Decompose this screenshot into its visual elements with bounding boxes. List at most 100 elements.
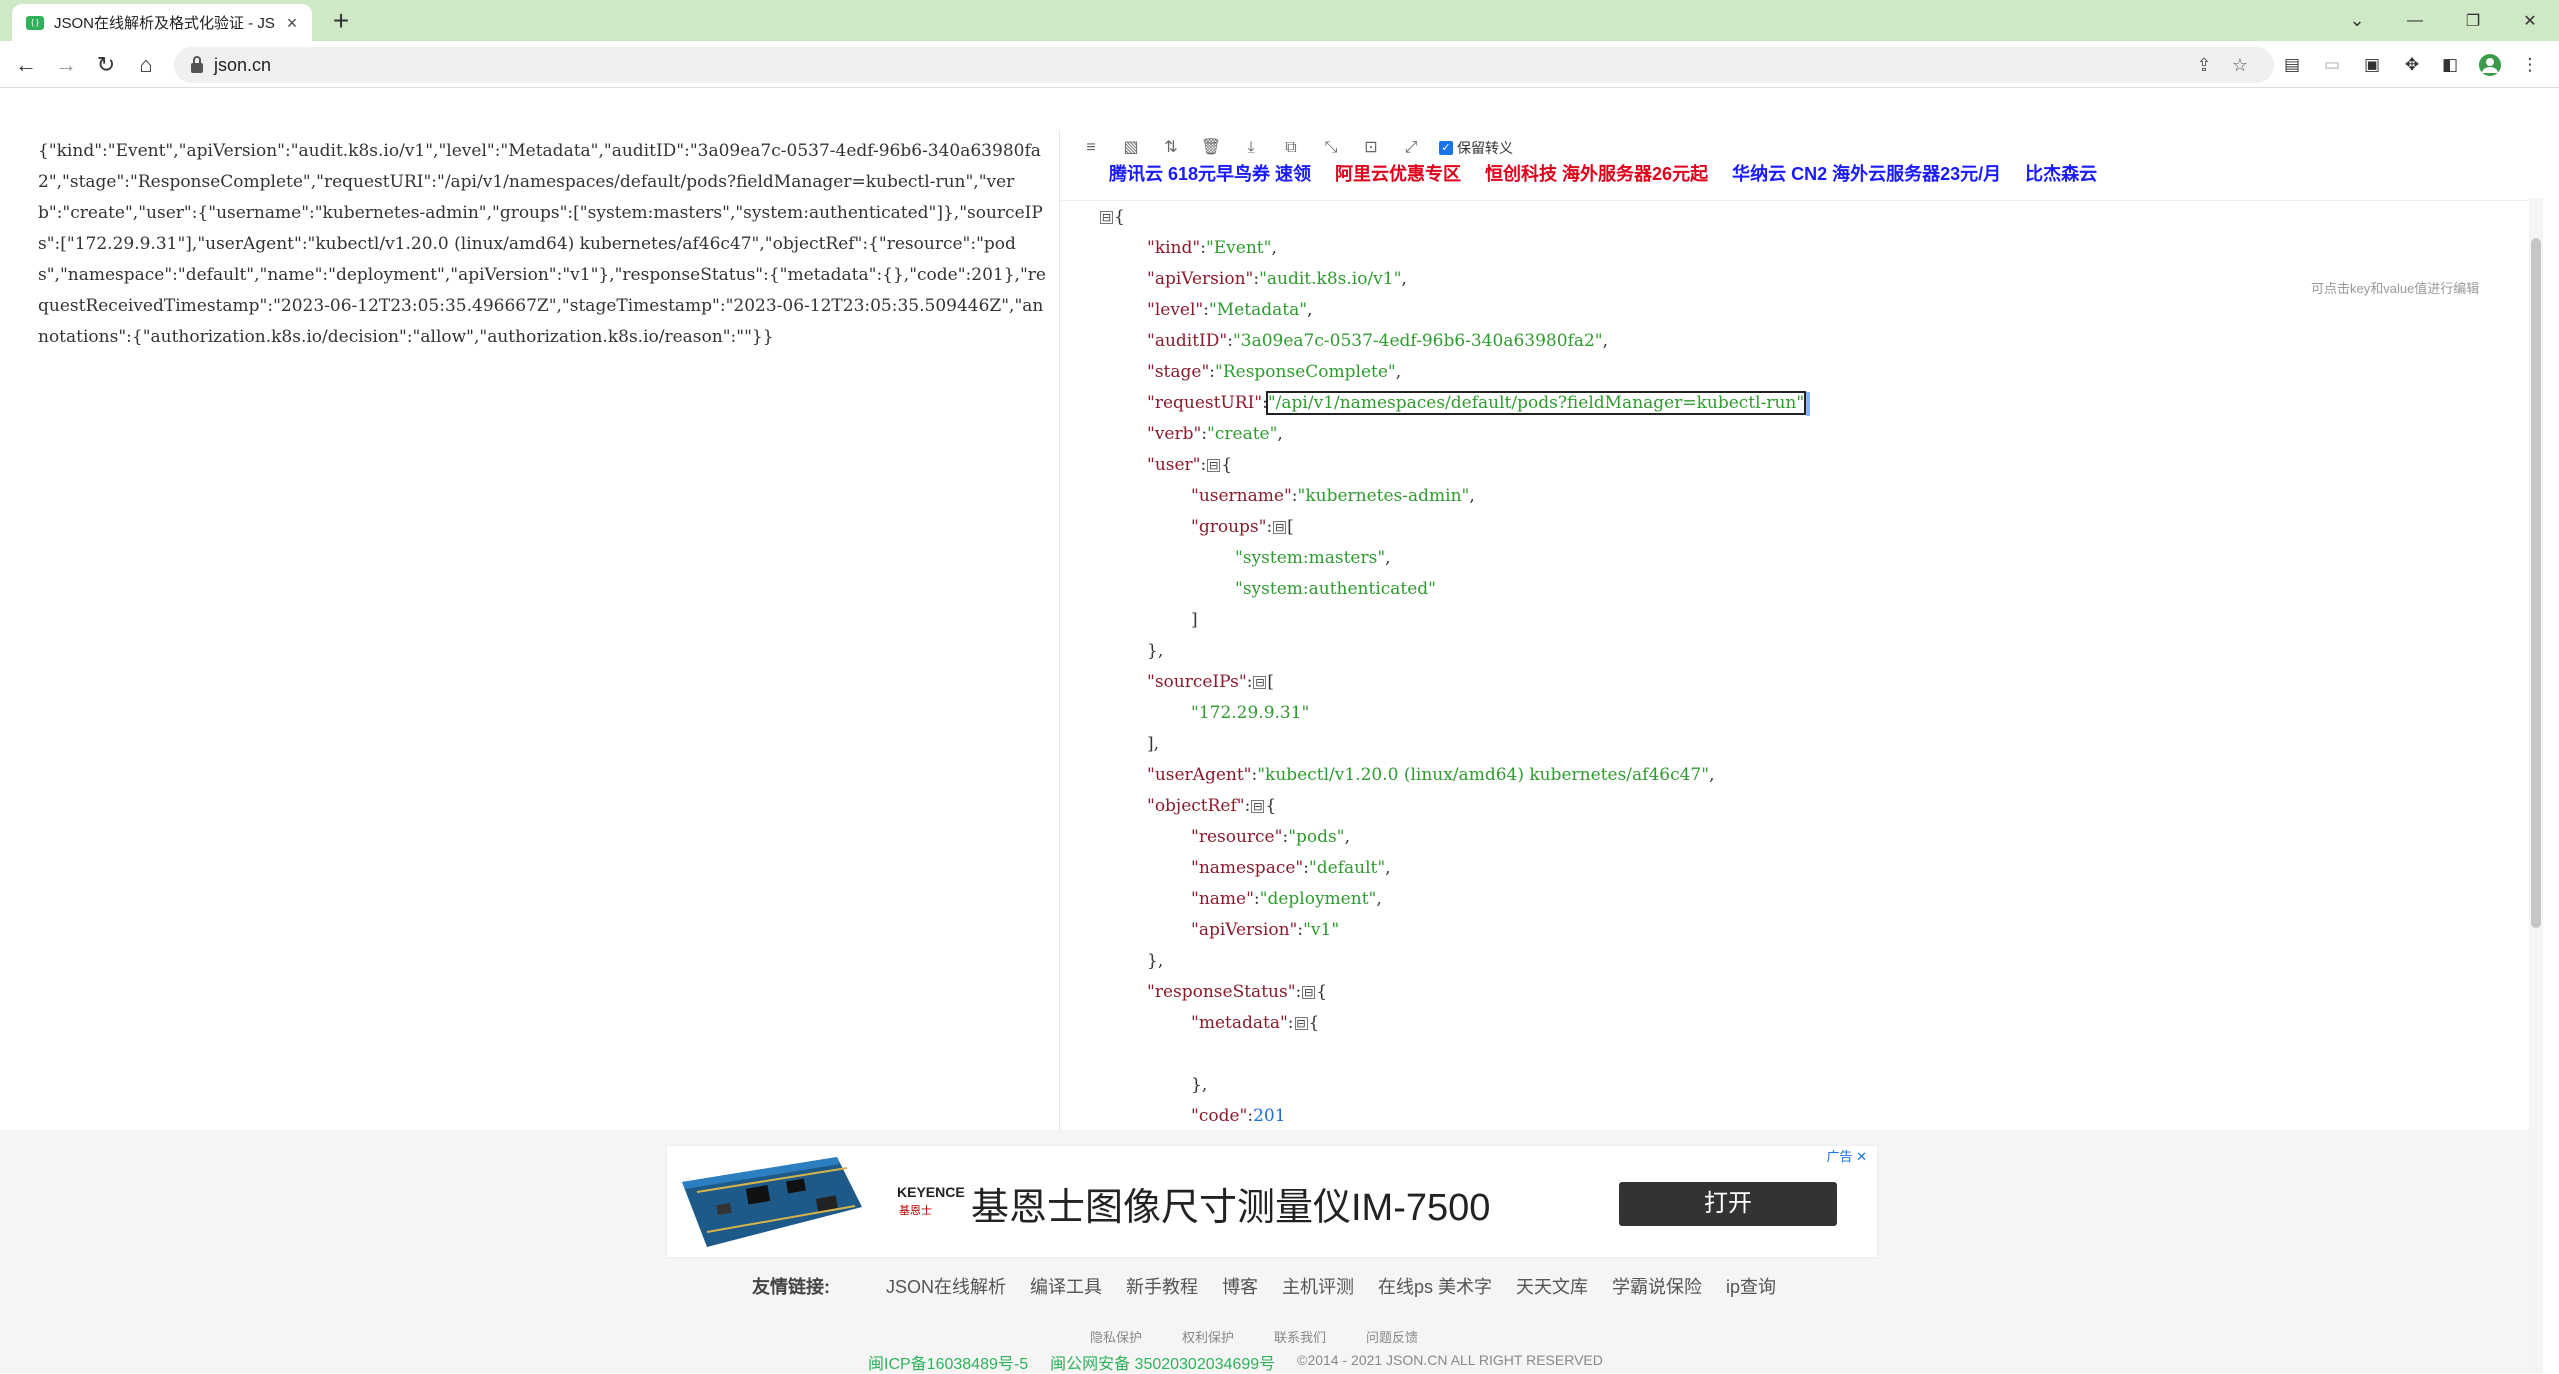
extensions-puzzle-icon[interactable]: ✥ — [2398, 51, 2426, 79]
sort-icon[interactable]: ⇅ — [1159, 136, 1183, 160]
back-arrow-icon[interactable]: ← — [10, 49, 42, 81]
json-string-value[interactable]: "kubernetes-admin" — [1298, 486, 1470, 506]
collapse-toggle-icon[interactable]: ⊟ — [1207, 459, 1221, 472]
forward-arrow-icon[interactable]: → — [50, 49, 82, 81]
minimize-window-button[interactable]: — — [2386, 0, 2444, 41]
json-string-value[interactable]: "create" — [1207, 424, 1277, 444]
address-bar[interactable]: json.cn ⇪ ☆ — [174, 47, 2274, 83]
extension-app-icon[interactable]: ▣ — [2358, 51, 2386, 79]
json-string-value[interactable]: "audit.k8s.io/v1" — [1259, 269, 1401, 289]
json-string-value[interactable]: "deployment" — [1260, 889, 1377, 909]
sponsor-link[interactable]: 恒创科技 海外服务器26元起 — [1485, 160, 1708, 186]
json-key[interactable]: "stage" — [1147, 362, 1209, 382]
fullscreen-icon[interactable]: ⤢ — [1399, 136, 1423, 160]
bookmark-star-icon[interactable]: ☆ — [2226, 51, 2254, 79]
footer-link[interactable]: 问题反馈 — [1366, 1327, 1418, 1346]
reading-list-icon[interactable]: ▤ — [2278, 51, 2306, 79]
collapse-toggle-icon[interactable]: ⊟ — [1251, 800, 1265, 813]
json-string-value[interactable]: "default" — [1309, 858, 1385, 878]
json-key[interactable]: "namespace" — [1191, 858, 1303, 878]
page-scrollbar[interactable] — [2529, 198, 2543, 1373]
json-string-value[interactable]: "system:authenticated" — [1235, 579, 1436, 599]
scrollbar-thumb[interactable] — [2531, 238, 2541, 928]
export-excel-icon[interactable]: ▧ — [1119, 136, 1143, 160]
json-key[interactable]: "auditID" — [1147, 331, 1227, 351]
json-key[interactable]: "requestURI" — [1147, 393, 1262, 413]
share-icon[interactable]: ⇪ — [2190, 51, 2218, 79]
json-string-value[interactable]: "Event" — [1206, 238, 1272, 258]
raw-json-editor[interactable]: {"kind":"Event","apiVersion":"audit.k8s.… — [0, 130, 1060, 1130]
compress-icon[interactable]: ⤡ — [1319, 136, 1343, 160]
json-key[interactable]: "level" — [1147, 300, 1203, 320]
json-string-value[interactable]: "kubectl/v1.20.0 (linux/amd64) kubernete… — [1257, 765, 1709, 785]
raw-json-text[interactable]: {"kind":"Event","apiVersion":"audit.k8s.… — [38, 136, 1048, 353]
json-key[interactable]: "responseStatus" — [1147, 982, 1296, 1002]
collapse-toggle-icon[interactable]: ⊟ — [1253, 676, 1267, 689]
json-value-selected[interactable]: "/api/v1/namespaces/default/pods?fieldMa… — [1265, 391, 1807, 415]
database-icon[interactable]: ≡ — [1079, 136, 1103, 160]
tab-search-chevron-down-icon[interactable]: ⌄ — [2328, 0, 2386, 41]
json-key[interactable]: "name" — [1191, 889, 1254, 909]
keep-escape-checkbox[interactable]: ✓ 保留转义 — [1439, 138, 1513, 158]
json-string-value[interactable]: "ResponseComplete" — [1215, 362, 1396, 382]
icp-link[interactable]: 闽ICP备16038489号-5 — [868, 1350, 1028, 1374]
banner-ad[interactable]: KEYENCE 基恩士 基恩士图像尺寸测量仪IM-7500 打开 广告 ✕ — [666, 1145, 1878, 1258]
json-key[interactable]: "groups" — [1191, 517, 1266, 537]
json-key[interactable]: "verb" — [1147, 424, 1201, 444]
json-string-value[interactable]: "system:masters" — [1235, 548, 1385, 568]
friend-link[interactable]: 编译工具 — [1030, 1273, 1102, 1299]
restore-window-button[interactable]: ❐ — [2444, 0, 2502, 41]
collapse-toggle-icon[interactable]: ⊟ — [1100, 211, 1113, 224]
json-string-value[interactable]: "v1" — [1303, 920, 1339, 940]
json-key[interactable]: "apiVersion" — [1191, 920, 1297, 940]
checkbox-checked-icon[interactable]: ✓ — [1439, 141, 1453, 155]
json-key[interactable]: "apiVersion" — [1147, 269, 1253, 289]
json-key[interactable]: "kind" — [1147, 238, 1200, 258]
ad-open-button[interactable]: 打开 — [1619, 1182, 1837, 1226]
side-panel-icon[interactable]: ◧ — [2436, 51, 2464, 79]
friend-link[interactable]: 天天文库 — [1516, 1273, 1588, 1299]
json-string-value[interactable]: "Metadata" — [1209, 300, 1307, 320]
new-tab-button[interactable]: + — [326, 6, 356, 36]
collapse-icon[interactable]: ⊡ — [1359, 136, 1383, 160]
sponsor-link[interactable]: 腾讯云 618元早鸟券 速领 — [1109, 160, 1311, 186]
collapse-toggle-icon[interactable]: ⊟ — [1294, 1017, 1308, 1030]
profile-avatar-icon[interactable] — [2476, 51, 2504, 79]
browser-menu-icon[interactable]: ⋮ — [2516, 51, 2544, 79]
home-icon[interactable]: ⌂ — [130, 49, 162, 81]
collapse-toggle-icon[interactable]: ⊟ — [1302, 986, 1316, 999]
json-key[interactable]: "username" — [1191, 486, 1292, 506]
json-key[interactable]: "objectRef" — [1147, 796, 1245, 816]
close-tab-icon[interactable]: × — [282, 13, 302, 33]
extension-disabled-icon[interactable]: ▭ — [2318, 51, 2346, 79]
json-string-value[interactable]: "pods" — [1288, 827, 1344, 847]
police-link[interactable]: 闽公网安备 35020302034699号 — [1050, 1350, 1275, 1374]
sponsor-link[interactable]: 阿里云优惠专区 — [1335, 160, 1461, 186]
download-icon[interactable]: ⤓ — [1239, 136, 1263, 160]
json-key[interactable]: "user" — [1147, 455, 1201, 475]
json-string-value[interactable]: "172.29.9.31" — [1191, 703, 1309, 723]
copy-icon[interactable]: ⧉ — [1279, 136, 1303, 160]
friend-link[interactable]: JSON在线解析 — [886, 1273, 1006, 1299]
footer-link[interactable]: 联系我们 — [1274, 1327, 1326, 1346]
friend-link[interactable]: 新手教程 — [1126, 1273, 1198, 1299]
friend-link[interactable]: 学霸说保险 — [1612, 1273, 1702, 1299]
friend-link[interactable]: 博客 — [1222, 1273, 1258, 1299]
friend-link[interactable]: 主机评测 — [1282, 1273, 1354, 1299]
json-key[interactable]: "userAgent" — [1147, 765, 1252, 785]
collapse-toggle-icon[interactable]: ⊟ — [1273, 521, 1287, 534]
ad-headline[interactable]: 基恩士图像尺寸测量仪IM-7500 — [971, 1176, 1490, 1231]
url-text[interactable]: json.cn — [214, 47, 271, 83]
sponsor-link[interactable]: 华纳云 CN2 海外云服务器23元/月 — [1732, 160, 2001, 186]
reload-icon[interactable]: ↻ — [90, 49, 122, 81]
json-key[interactable]: "resource" — [1191, 827, 1282, 847]
json-key[interactable]: "sourceIPs" — [1147, 672, 1247, 692]
friend-link[interactable]: 在线ps 美术字 — [1378, 1273, 1492, 1299]
json-key[interactable]: "metadata" — [1191, 1013, 1288, 1033]
friend-link[interactable]: ip查询 — [1726, 1273, 1776, 1299]
footer-link[interactable]: 隐私保护 — [1090, 1327, 1142, 1346]
json-string-value[interactable]: "3a09ea7c-0537-4edf-96b6-340a63980fa2" — [1233, 331, 1603, 351]
json-key[interactable]: "code" — [1191, 1106, 1247, 1126]
ad-close-tag[interactable]: 广告 ✕ — [1826, 1146, 1867, 1165]
sponsor-link[interactable]: 比杰森云 — [2025, 160, 2097, 186]
